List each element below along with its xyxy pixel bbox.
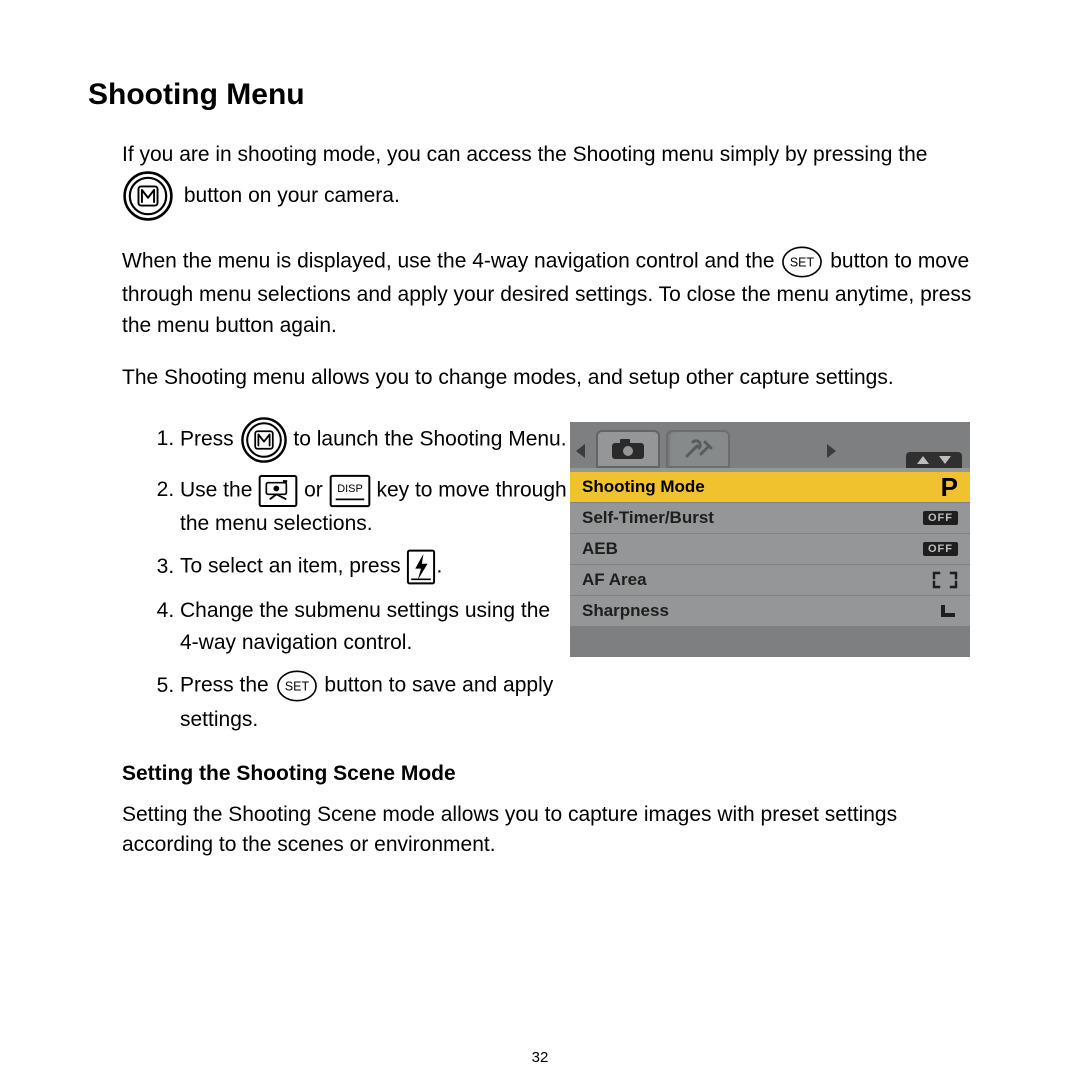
page-number: 32	[0, 1049, 1080, 1066]
lcd-menu: Shooting ModePSelf-Timer/BurstOFFAEBOFFA…	[570, 422, 970, 657]
lcd-row-label: AF Area	[582, 570, 647, 590]
lcd-row-value: P	[941, 472, 958, 503]
step-5a: Press the	[180, 674, 269, 697]
manual-page: Shooting Menu If you are in shooting mod…	[0, 0, 1080, 1080]
lcd-row-aeb: AEB OFF	[570, 534, 970, 565]
lcd-row-value: OFF	[923, 511, 958, 525]
intro-para-1: If you are in shooting mode, you can acc…	[122, 140, 992, 222]
step-1a: Press	[180, 427, 234, 450]
disp-button-icon: DISP	[329, 474, 371, 508]
step-3b: .	[436, 555, 442, 578]
lcd-footer	[570, 627, 970, 657]
svg-text:DISP: DISP	[337, 483, 362, 495]
lcd-tab-bar	[570, 422, 970, 472]
review-button-icon	[258, 474, 298, 508]
step-2a: Use the	[180, 478, 252, 501]
lcd-row-value	[938, 602, 958, 620]
lcd-row-label: Shooting Mode	[582, 477, 705, 497]
tab-tools	[666, 430, 730, 468]
lcd-row-sharpness: Sharpness	[570, 596, 970, 627]
lcd-row-label: Sharpness	[582, 601, 669, 621]
intro-2a: When the menu is displayed, use the 4-wa…	[122, 250, 775, 273]
subtext: Setting the Shooting Scene mode allows y…	[122, 800, 992, 861]
set-button-icon: SET	[275, 668, 319, 704]
step-5: Press the SET button to save and apply s…	[180, 668, 992, 736]
lcd-rows: Shooting ModePSelf-Timer/BurstOFFAEBOFFA…	[570, 472, 970, 627]
intro-1b: button on your camera.	[184, 184, 400, 207]
tab-scroll-right-icon	[827, 444, 836, 458]
menu-button-icon	[240, 416, 288, 464]
menu-button-icon	[122, 170, 174, 222]
intro-para-3: The Shooting menu allows you to change m…	[122, 363, 992, 393]
lcd-row-value: OFF	[923, 542, 958, 556]
section-subhead: Setting the Shooting Scene Mode	[122, 762, 992, 786]
lcd-row-value	[932, 571, 958, 589]
tab-scroll-left-icon	[576, 444, 585, 458]
lcd-row-self-timer-burst: Self-Timer/Burst OFF	[570, 503, 970, 534]
step-2or: or	[304, 478, 323, 501]
intro-1a: If you are in shooting mode, you can acc…	[122, 143, 927, 166]
step-1b: to launch the Shooting Menu.	[293, 427, 566, 450]
subsection-text: Setting the Shooting Scene mode allows y…	[122, 800, 992, 861]
lcd-row-label: Self-Timer/Burst	[582, 508, 714, 528]
set-button-icon: SET	[780, 244, 824, 280]
scroll-updown-icon	[906, 452, 962, 468]
flash-button-icon	[406, 549, 436, 585]
tab-camera	[596, 430, 660, 468]
lcd-row-label: AEB	[582, 539, 618, 559]
page-title: Shooting Menu	[88, 78, 992, 112]
step-3a: To select an item, press	[180, 555, 401, 578]
svg-text:SET: SET	[284, 680, 309, 694]
lcd-row-shooting-mode: Shooting Mode P	[570, 472, 970, 503]
intro-para-2: When the menu is displayed, use the 4-wa…	[122, 244, 992, 341]
lcd-row-af-area: AF Area	[570, 565, 970, 596]
svg-text:SET: SET	[790, 256, 815, 270]
